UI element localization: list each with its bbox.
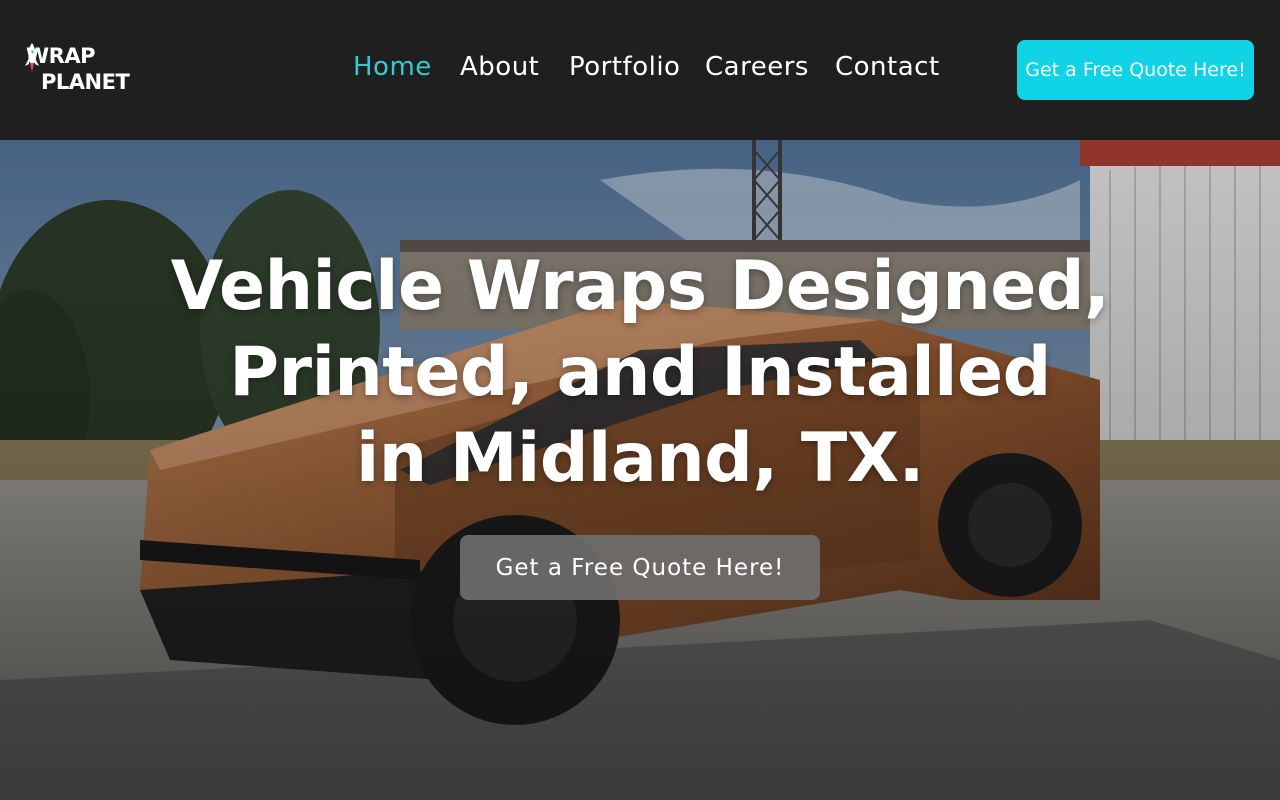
- hero-section: Vehicle Wraps Designed, Printed, and Ins…: [0, 140, 1280, 800]
- logo-text-wrap: WRAP: [26, 44, 95, 68]
- headline-line-1: Vehicle Wraps Designed,: [170, 247, 1110, 326]
- wrap-planet-logo[interactable]: WRAP PLANET: [24, 42, 154, 100]
- hero-headline: Vehicle Wraps Designed, Printed, and Ins…: [140, 244, 1140, 502]
- nav-about[interactable]: About: [460, 52, 539, 82]
- nav-portfolio[interactable]: Portfolio: [569, 52, 680, 82]
- logo-text-planet: PLANET: [41, 70, 130, 94]
- site-header: WRAP PLANET Home About Portfolio Careers…: [0, 0, 1280, 140]
- headline-line-2: Printed, and Installed: [229, 333, 1051, 412]
- headline-line-3: in Midland, TX.: [356, 419, 924, 498]
- nav-home[interactable]: Home: [353, 52, 432, 82]
- hero-quote-button[interactable]: Get a Free Quote Here!: [460, 535, 820, 600]
- header-quote-button[interactable]: Get a Free Quote Here!: [1017, 40, 1254, 100]
- nav-careers[interactable]: Careers: [705, 52, 809, 82]
- nav-contact[interactable]: Contact: [835, 52, 940, 82]
